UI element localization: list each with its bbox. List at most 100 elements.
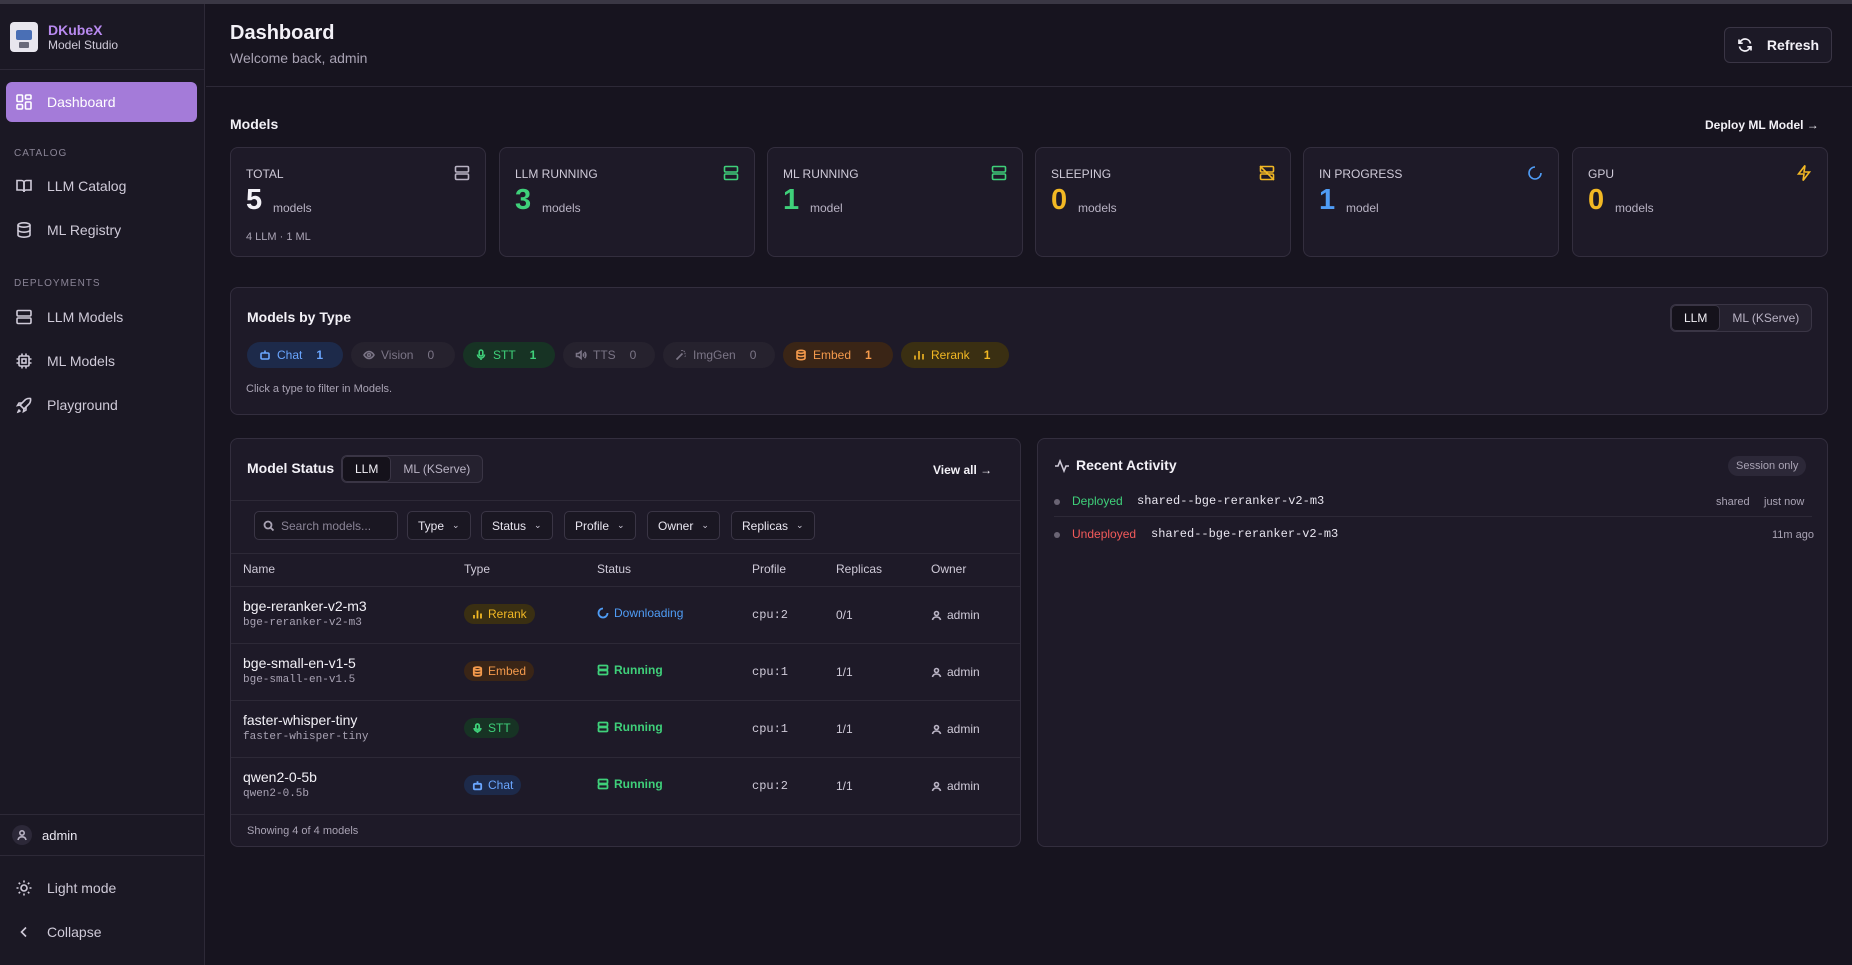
type-chip-chat[interactable]: Chat 1 xyxy=(247,342,343,368)
search-models[interactable] xyxy=(254,511,398,540)
type-chip-vision[interactable]: Vision 0 xyxy=(351,342,455,368)
filter-type[interactable]: Type ⌄ xyxy=(407,511,471,540)
search-input[interactable] xyxy=(281,518,391,533)
chevron-down-icon: ⌄ xyxy=(617,520,625,530)
divider xyxy=(1054,516,1812,517)
model-name[interactable]: bge-small-en-v1-5 xyxy=(243,655,356,671)
stat-card-in-progress[interactable]: IN PROGRESS 1 model xyxy=(1303,147,1559,257)
stat-card-llm-running[interactable]: LLM RUNNING 3 models xyxy=(499,147,755,257)
stat-card-gpu[interactable]: GPU 0 models xyxy=(1572,147,1828,257)
view-all-link[interactable]: View all → xyxy=(933,463,992,477)
brand[interactable]: DKubeX Model Studio xyxy=(0,4,204,70)
chevron-down-icon: ⌄ xyxy=(534,520,542,530)
replicas-value: 1/1 xyxy=(836,665,853,679)
activity-time: 11m ago xyxy=(1772,529,1814,541)
sidebar-item-dashboard[interactable]: Dashboard xyxy=(6,82,197,122)
chip-count: 1 xyxy=(865,348,872,362)
activity-dot xyxy=(1054,499,1060,505)
activity-action: Deployed xyxy=(1072,494,1123,508)
type-chip-imggen[interactable]: ImgGen 0 xyxy=(663,342,775,368)
column-header-profile[interactable]: Profile xyxy=(752,562,786,576)
owner-label: admin xyxy=(947,722,980,736)
toggle-llm[interactable]: LLM xyxy=(1671,305,1721,331)
filter-profile[interactable]: Profile ⌄ xyxy=(564,511,636,540)
models-by-type-title: Models by Type xyxy=(247,309,351,325)
sidebar-item-label: Playground xyxy=(47,397,118,413)
profile-value: cpu:2 xyxy=(752,608,789,622)
model-name[interactable]: bge-reranker-v2-m3 xyxy=(243,598,367,614)
sidebar-item-llm-models[interactable]: LLM Models xyxy=(6,297,197,337)
chip-count: 0 xyxy=(629,348,637,362)
filter-label: Profile xyxy=(575,518,610,533)
type-chip-stt[interactable]: STT 1 xyxy=(463,342,555,368)
column-header-type[interactable]: Type xyxy=(464,562,490,576)
collapse-button[interactable]: Collapse xyxy=(6,912,197,952)
light-mode-toggle[interactable]: Light mode xyxy=(6,868,197,908)
bot-icon xyxy=(260,350,270,360)
type-chip-rerank[interactable]: Rerank 1 xyxy=(901,342,1009,368)
bar-chart-icon xyxy=(473,610,482,618)
column-header-owner[interactable]: Owner xyxy=(931,562,966,576)
chip-label: Embed xyxy=(813,348,852,362)
column-header-status[interactable]: Status xyxy=(597,562,631,576)
divider xyxy=(231,757,1020,758)
stat-label: TOTAL xyxy=(246,167,284,181)
spinner-icon xyxy=(1526,164,1544,182)
brand-subtitle: Model Studio xyxy=(48,37,119,52)
refresh-button[interactable]: Refresh xyxy=(1724,27,1832,63)
server-off-icon xyxy=(1258,164,1276,182)
model-name[interactable]: faster-whisper-tiny xyxy=(243,712,357,728)
deploy-ml-model-link[interactable]: Deploy ML Model → xyxy=(1705,118,1819,132)
table-footer: Showing 4 of 4 models xyxy=(247,825,359,837)
activity-model: shared--bge-reranker-v2-m3 xyxy=(1137,494,1325,508)
stat-unit: models xyxy=(542,201,581,215)
filter-owner[interactable]: Owner ⌄ xyxy=(647,511,720,540)
session-only-badge: Session only xyxy=(1728,456,1807,476)
sidebar: DKubeX Model Studio Dashboard CATALOG LL… xyxy=(0,4,205,965)
collapse-label: Collapse xyxy=(47,924,102,940)
type-badge: STT xyxy=(464,718,519,738)
chip-label: Chat xyxy=(277,348,303,362)
stat-unit: models xyxy=(1078,201,1117,215)
profile-value: cpu:1 xyxy=(752,665,789,679)
toggle-llm[interactable]: LLM xyxy=(342,456,392,482)
filter-replicas[interactable]: Replicas ⌄ xyxy=(731,511,815,540)
server-icon xyxy=(597,721,609,733)
stat-value: 1 xyxy=(783,184,800,216)
column-header-name[interactable]: Name xyxy=(243,562,275,576)
sidebar-user[interactable]: admin xyxy=(0,814,205,856)
stat-card-total[interactable]: TOTAL 5 models 4 LLM · 1 ML xyxy=(230,147,486,257)
sidebar-item-label: LLM Catalog xyxy=(47,178,127,194)
filter-status[interactable]: Status ⌄ xyxy=(481,511,553,540)
chip-label: TTS xyxy=(593,348,616,362)
wand-icon xyxy=(675,350,687,361)
stat-card-ml-running[interactable]: ML RUNNING 1 model xyxy=(767,147,1023,257)
stat-card-sleeping[interactable]: SLEEPING 0 models xyxy=(1035,147,1291,257)
recent-activity-title: Recent Activity xyxy=(1076,457,1177,473)
type-chip-embed[interactable]: Embed 1 xyxy=(783,342,893,368)
sidebar-item-llm-catalog[interactable]: LLM Catalog xyxy=(6,166,197,206)
zap-icon xyxy=(1795,164,1813,182)
type-filter-hint: Click a type to filter in Models. xyxy=(246,383,393,395)
column-header-replicas[interactable]: Replicas xyxy=(836,562,882,576)
sidebar-item-ml-registry[interactable]: ML Registry xyxy=(6,210,197,250)
type-chip-tts[interactable]: TTS 0 xyxy=(563,342,655,368)
toggle-ml-kserve[interactable]: ML (KServe) xyxy=(1720,305,1811,331)
stat-unit: models xyxy=(1615,201,1654,215)
sidebar-item-playground[interactable]: Playground xyxy=(6,385,197,425)
user-icon xyxy=(931,610,942,620)
sidebar-item-ml-models[interactable]: ML Models xyxy=(6,341,197,381)
brand-name: DKubeX xyxy=(48,21,103,38)
toggle-ml-kserve[interactable]: ML (KServe) xyxy=(391,456,482,482)
stat-label: SLEEPING xyxy=(1051,167,1112,181)
replicas-value: 1/1 xyxy=(836,779,853,793)
activity-scope: shared xyxy=(1716,496,1750,508)
model-name[interactable]: qwen2-0-5b xyxy=(243,769,317,785)
chip-count: 1 xyxy=(983,348,991,362)
user-icon xyxy=(12,825,32,845)
bar-chart-icon xyxy=(914,351,924,360)
filter-label: Status xyxy=(492,518,527,533)
owner-label: admin xyxy=(947,608,980,622)
section-label-deployments: DEPLOYMENTS xyxy=(14,278,101,289)
server-icon xyxy=(453,164,471,182)
